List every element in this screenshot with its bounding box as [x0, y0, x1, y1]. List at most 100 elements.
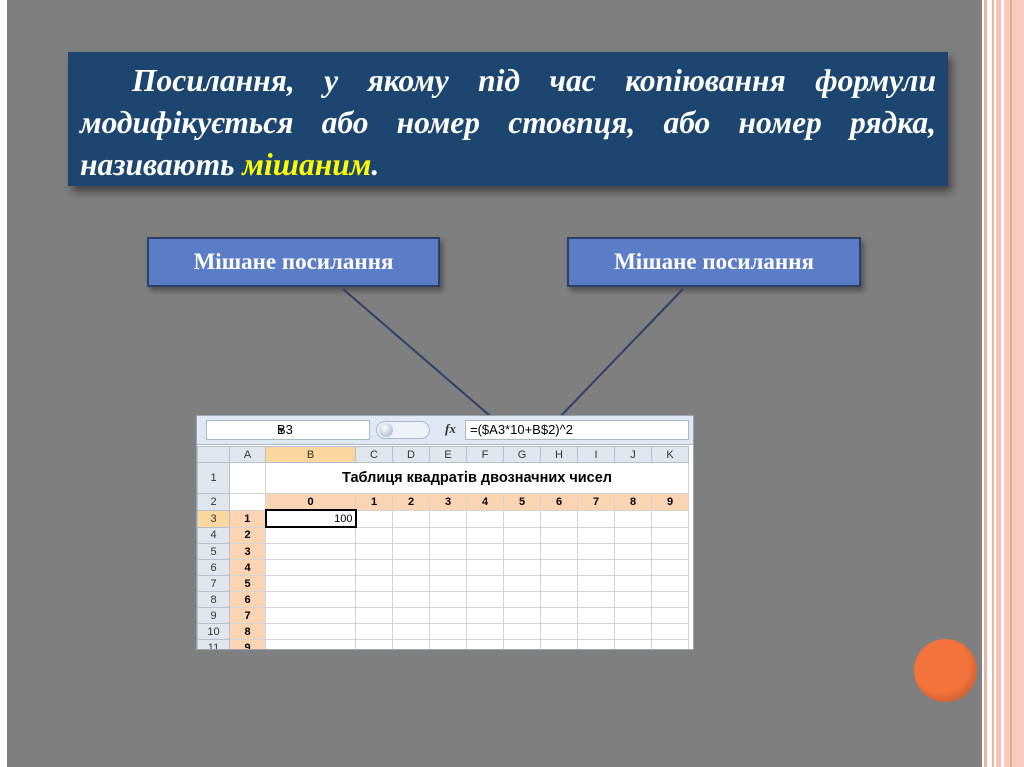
row-header[interactable]: 11 — [197, 639, 230, 649]
cell[interactable] — [355, 623, 393, 640]
cell[interactable] — [355, 575, 393, 592]
column-header[interactable]: A — [229, 446, 266, 463]
cell[interactable] — [540, 575, 578, 592]
cell[interactable] — [540, 639, 578, 649]
row-header[interactable]: 6 — [197, 559, 230, 576]
cell[interactable] — [614, 575, 652, 592]
units-header-cell[interactable]: 1 — [355, 493, 393, 511]
tens-cell[interactable]: 6 — [229, 591, 266, 608]
cell[interactable] — [466, 559, 504, 576]
cell[interactable] — [577, 509, 615, 528]
cell[interactable] — [265, 591, 356, 608]
units-header-cell[interactable]: 6 — [540, 493, 578, 511]
row-header[interactable]: 10 — [197, 623, 230, 640]
units-header-cell[interactable]: 0 — [265, 493, 356, 511]
cell[interactable] — [540, 526, 578, 544]
cell[interactable] — [651, 543, 689, 560]
table-title-cell[interactable]: Таблиця квадратів двозначних чисел — [265, 462, 689, 494]
cell[interactable] — [540, 607, 578, 624]
row-header[interactable]: 8 — [197, 591, 230, 608]
cell[interactable] — [429, 575, 467, 592]
cell[interactable] — [540, 591, 578, 608]
cell[interactable] — [265, 526, 356, 544]
formula-input[interactable]: =($A3*10+B$2)^2 — [465, 420, 689, 440]
cell[interactable] — [651, 509, 689, 528]
row-header[interactable]: 7 — [197, 575, 230, 592]
cell[interactable] — [466, 607, 504, 624]
units-header-cell[interactable]: 8 — [614, 493, 652, 511]
tens-cell[interactable]: 1 — [229, 509, 266, 528]
cell[interactable] — [466, 575, 504, 592]
units-header-cell[interactable]: 7 — [577, 493, 615, 511]
cell[interactable] — [392, 509, 430, 528]
formula-bar-splitter[interactable] — [376, 421, 430, 439]
cell[interactable] — [614, 543, 652, 560]
cell[interactable] — [614, 623, 652, 640]
tens-cell[interactable]: 8 — [229, 623, 266, 640]
insert-function-icon[interactable]: fx — [445, 421, 456, 437]
cell[interactable] — [540, 509, 578, 528]
cell[interactable] — [503, 607, 541, 624]
tens-cell[interactable]: 5 — [229, 575, 266, 592]
cell[interactable] — [229, 462, 266, 494]
cell[interactable] — [466, 591, 504, 608]
cell[interactable] — [429, 543, 467, 560]
cell[interactable] — [392, 543, 430, 560]
cell[interactable] — [577, 575, 615, 592]
cell[interactable] — [265, 559, 356, 576]
cell[interactable] — [614, 639, 652, 649]
row-header[interactable]: 5 — [197, 543, 230, 560]
cell[interactable] — [429, 559, 467, 576]
cell[interactable] — [429, 526, 467, 544]
cell[interactable] — [614, 526, 652, 544]
cell[interactable] — [355, 559, 393, 576]
cell[interactable] — [429, 639, 467, 649]
cell[interactable] — [429, 607, 467, 624]
cell[interactable] — [392, 526, 430, 544]
cell[interactable] — [577, 607, 615, 624]
cell[interactable] — [265, 575, 356, 592]
active-cell[interactable]: 100 — [264, 509, 357, 528]
column-header[interactable]: J — [614, 446, 652, 463]
cell[interactable] — [540, 623, 578, 640]
cell[interactable] — [355, 509, 393, 528]
cell[interactable] — [503, 526, 541, 544]
cell[interactable] — [265, 639, 356, 649]
cell[interactable] — [651, 639, 689, 649]
row-header[interactable]: 3 — [197, 509, 230, 528]
cell[interactable] — [429, 509, 467, 528]
units-header-cell[interactable]: 4 — [466, 493, 504, 511]
column-header[interactable]: G — [503, 446, 541, 463]
cell[interactable] — [355, 591, 393, 608]
cell[interactable] — [392, 559, 430, 576]
cell[interactable] — [355, 526, 393, 544]
cell[interactable] — [540, 559, 578, 576]
cell[interactable] — [503, 559, 541, 576]
cell[interactable] — [651, 575, 689, 592]
column-header[interactable]: F — [466, 446, 504, 463]
cell[interactable] — [392, 639, 430, 649]
tens-cell[interactable]: 3 — [229, 543, 266, 560]
cell[interactable] — [651, 526, 689, 544]
tens-cell[interactable]: 4 — [229, 559, 266, 576]
cell[interactable] — [577, 591, 615, 608]
name-box[interactable]: B3 ▼ — [206, 420, 370, 440]
units-header-cell[interactable]: 3 — [429, 493, 467, 511]
cell[interactable] — [503, 575, 541, 592]
column-header[interactable]: E — [429, 446, 467, 463]
cell[interactable] — [466, 639, 504, 649]
row-header[interactable]: 4 — [197, 526, 230, 544]
cell[interactable] — [355, 639, 393, 649]
column-header[interactable]: I — [577, 446, 615, 463]
cell[interactable] — [577, 639, 615, 649]
select-all-corner[interactable] — [197, 446, 230, 463]
cell[interactable] — [577, 526, 615, 544]
cell[interactable] — [614, 559, 652, 576]
tens-cell[interactable]: 7 — [229, 607, 266, 624]
column-header[interactable]: B — [265, 446, 356, 463]
column-header[interactable]: C — [355, 446, 393, 463]
cell[interactable] — [265, 623, 356, 640]
column-header[interactable]: D — [392, 446, 430, 463]
cell[interactable] — [466, 526, 504, 544]
cell[interactable] — [392, 607, 430, 624]
